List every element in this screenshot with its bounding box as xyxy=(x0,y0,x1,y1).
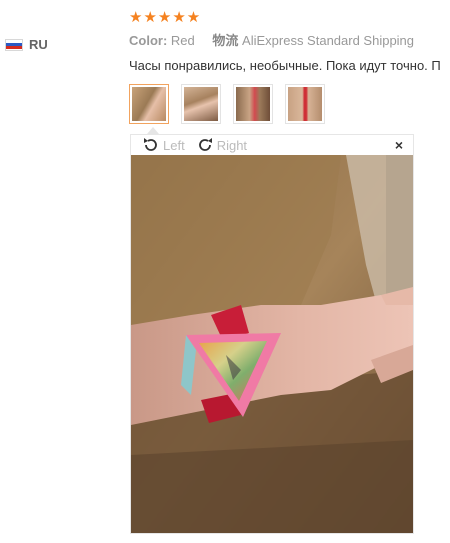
thumbnail-image xyxy=(184,87,218,121)
thumbnail-photo-1[interactable] xyxy=(129,84,169,124)
shipping-info: 物流 AliExpress Standard Shipping xyxy=(212,33,414,48)
russia-flag-icon xyxy=(5,38,23,51)
rotate-left-icon xyxy=(144,138,157,151)
reviewer-info: RU xyxy=(5,37,48,52)
order-meta: Color: Red 物流 AliExpress Standard Shippi… xyxy=(129,33,414,49)
selected-thumbnail-pointer xyxy=(147,127,159,134)
rotate-left-label: Left xyxy=(163,137,185,153)
photo-thumbnails xyxy=(129,84,325,124)
rotate-right-label: Right xyxy=(216,137,248,153)
viewer-toolbar: Left Right × xyxy=(131,135,413,155)
review-text: Часы понравились, необычные. Пока идут т… xyxy=(129,58,441,73)
thumbnail-image xyxy=(236,87,270,121)
thumbnail-photo-3[interactable] xyxy=(233,84,273,124)
shipping-label: 物流 xyxy=(212,33,239,48)
review-photo-image xyxy=(131,155,413,533)
shipping-value: AliExpress Standard Shipping xyxy=(242,33,415,48)
thumbnail-photo-2[interactable] xyxy=(181,84,221,124)
reviewer-country: RU xyxy=(29,37,48,52)
thumbnail-image xyxy=(288,87,322,121)
star-rating: ★★★★★ xyxy=(129,9,202,26)
close-icon[interactable]: × xyxy=(395,137,403,153)
rotate-left-button[interactable]: Left xyxy=(141,135,185,155)
color-label: Color: xyxy=(129,33,168,48)
rotate-right-button[interactable]: Right xyxy=(195,135,247,155)
color-value: Red xyxy=(170,33,195,48)
thumbnail-image xyxy=(132,87,166,121)
image-viewer: Left Right × xyxy=(130,134,414,534)
rotate-right-icon xyxy=(198,138,212,151)
review-photo[interactable] xyxy=(131,155,413,533)
thumbnail-photo-4[interactable] xyxy=(285,84,325,124)
